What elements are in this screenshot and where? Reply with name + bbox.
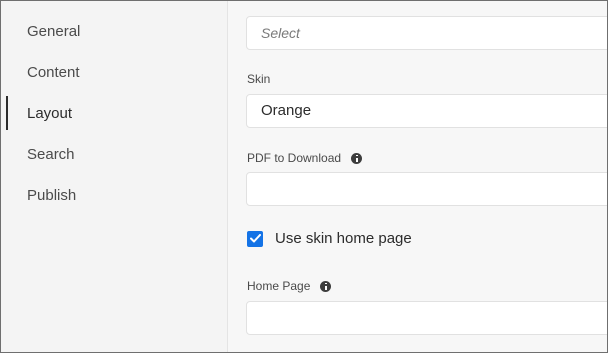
- sidebar-item-publish[interactable]: Publish: [1, 175, 227, 216]
- use-skin-home-page-row[interactable]: Use skin home page: [247, 230, 412, 247]
- settings-window: General Content Layout Search Publish Se…: [0, 0, 608, 353]
- info-icon[interactable]: [320, 280, 332, 292]
- sidebar-item-general[interactable]: General: [1, 11, 227, 52]
- home-page-label: Home Page: [247, 279, 332, 293]
- skin-label-text: Skin: [247, 72, 271, 86]
- info-icon[interactable]: [351, 152, 363, 164]
- sidebar-item-content[interactable]: Content: [1, 52, 227, 93]
- use-skin-home-page-label: Use skin home page: [275, 230, 412, 247]
- top-select-dropdown[interactable]: Select: [246, 16, 607, 50]
- layout-settings-panel: Select Skin Orange PDF to Download Use s…: [228, 1, 607, 352]
- pdf-to-download-field[interactable]: [246, 172, 607, 206]
- checkmark-icon: [249, 234, 261, 243]
- sidebar-item-search[interactable]: Search: [1, 134, 227, 175]
- skin-label: Skin: [247, 72, 270, 86]
- home-page-label-text: Home Page: [247, 279, 311, 293]
- home-page-field[interactable]: [246, 301, 607, 335]
- skin-select[interactable]: Orange: [246, 94, 607, 128]
- sidebar: General Content Layout Search Publish: [1, 1, 228, 352]
- pdf-label-text: PDF to Download: [247, 151, 342, 165]
- sidebar-item-layout[interactable]: Layout: [1, 93, 227, 134]
- use-skin-home-page-checkbox[interactable]: [247, 230, 263, 247]
- pdf-label: PDF to Download: [247, 151, 363, 165]
